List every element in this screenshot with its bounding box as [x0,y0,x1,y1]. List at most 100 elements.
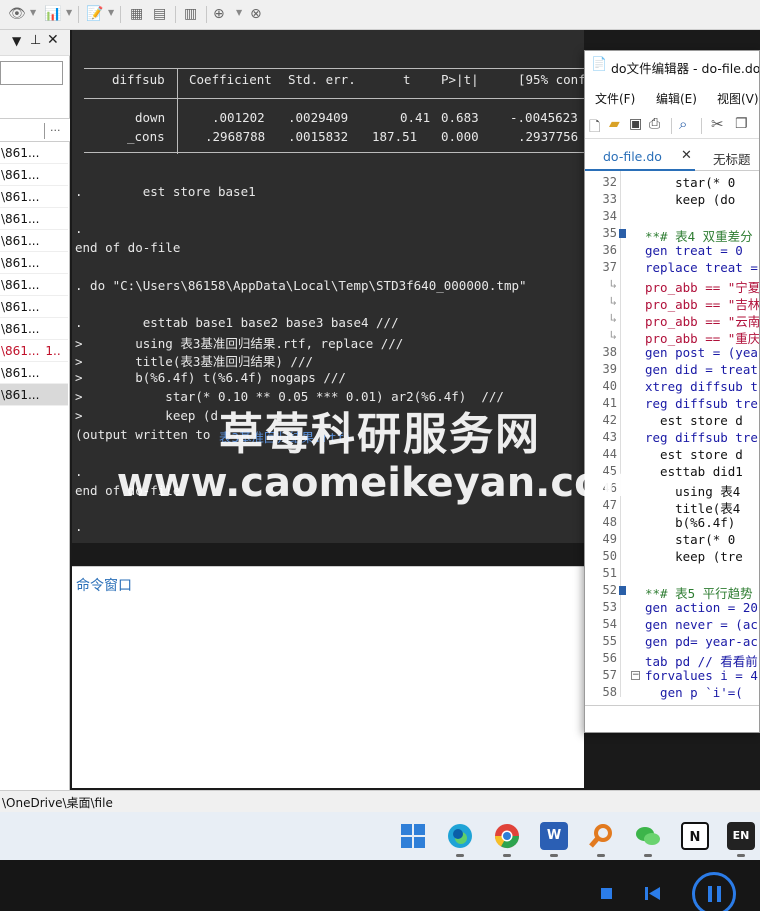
bookmark-icon[interactable] [619,586,626,595]
tab-do-file[interactable]: do-file.do ✕ [585,143,695,171]
graph-icon[interactable]: 📊 [44,5,61,23]
history-row[interactable]: \861... [0,362,68,384]
history-row[interactable]: \861... [0,296,68,318]
history-panel-header: ▼ ⊥ ✕ [0,30,70,56]
history-row-text: \861... [1,278,40,292]
search-magnifier-icon[interactable] [587,822,615,850]
status-bar: \OneDrive\桌面\file [0,790,760,812]
log-line: end of do-file [75,240,181,255]
line-number: 50 [602,549,617,563]
table-row-var: down [135,110,166,125]
table-row-t: 0.41 [400,110,431,125]
code-line: gen treat = 0 [645,243,743,258]
edge-browser-icon[interactable] [446,822,474,850]
editor-title: do文件编辑器 - do-file.do [611,61,760,76]
log-line: . do "C:\Users\86158\AppData\Local\Temp\… [75,278,527,293]
notion-icon[interactable]: N [681,822,709,850]
table-row-t: 187.51 [372,129,418,144]
table-row-var: _cons [127,129,165,144]
line-number: 48 [602,515,617,529]
menu-file[interactable]: 文件(F) [595,90,635,107]
table-row-p: 0.000 [441,129,479,144]
log-line: . est store base1 [75,184,256,199]
history-row-rc: 1.. [45,344,61,358]
table-coef-header: Coefficient [189,72,272,87]
code-line: gen p `i'=( [645,685,743,700]
windows-start-icon[interactable] [399,822,427,850]
close-icon[interactable]: ✕ [681,148,692,163]
more-icon[interactable]: ⊕ [213,5,225,23]
command-window-title: 命令窗口 [76,578,132,594]
code-line: xtreg diffsub t [645,379,758,394]
history-row[interactable]: \861... 1.. [0,340,68,362]
pause-button[interactable] [692,872,736,911]
stop-icon[interactable] [601,888,612,899]
app-running-indicator [456,854,464,857]
word-icon[interactable]: W [540,822,568,850]
toolbar-divider [206,6,207,23]
table-column-rule [177,69,178,154]
chevron-down-icon[interactable]: ▼ [236,8,242,17]
app-running-indicator [737,854,745,857]
code-line: gen pd= year-ac [645,634,758,649]
history-row[interactable]: \861... [0,230,68,252]
new-file-icon[interactable]: 🗋 [589,116,600,140]
table-row-ci: -.0045623 [510,110,578,125]
wechat-icon[interactable] [634,822,662,850]
menu-view[interactable]: 视图(V) [717,90,759,107]
variables-manager-icon[interactable]: ▥ [184,5,197,23]
do-file-editor-window[interactable]: 📄 do文件编辑器 - do-file.do 文件(F) 编辑(E) 视图(V)… [584,50,760,733]
data-editor-icon[interactable]: ▦ [130,5,143,23]
table-top-rule [84,68,584,69]
menu-edit[interactable]: 编辑(E) [656,90,697,107]
copy-icon[interactable]: ❐ [735,116,748,132]
chevron-down-icon[interactable]: ▼ [108,8,114,17]
history-search-input[interactable] [0,61,63,85]
table-header-rule [84,98,584,99]
find-icon[interactable]: ⌕ [679,115,687,133]
table-p-header: P>|t| [441,72,479,87]
history-row[interactable]: \861... [0,142,68,164]
table-se-header: Std. err. [288,72,356,87]
history-row[interactable]: \861... [0,318,68,340]
open-folder-icon[interactable]: ▰ [609,116,620,132]
line-number: 38 [602,345,617,359]
en-input-icon[interactable]: EN [727,822,755,850]
column-divider[interactable] [44,123,45,139]
eye-icon[interactable]: 👁 [8,5,26,23]
editor-titlebar[interactable]: 📄 do文件编辑器 - do-file.do [585,51,760,81]
pin-icon[interactable]: ⊥ [30,33,41,48]
filter-icon[interactable]: ▼ [12,34,21,48]
command-window[interactable]: 命令窗口 [72,566,584,788]
tab-untitled[interactable]: 无标题 [703,143,759,171]
history-row-text: \861... [1,212,40,226]
history-row-text: \861... [1,168,40,182]
log-line: > b(%6.4f) t(%6.4f) nogaps /// [75,370,346,385]
log-line: > using 表3基准回归结果.rtf, replace /// [75,336,404,351]
bookmark-icon[interactable] [619,229,626,238]
fold-toggle-icon[interactable]: − [631,671,640,680]
toolbar-divider [175,6,176,23]
history-row[interactable]: \861... [0,274,68,296]
history-row[interactable]: \861... [0,208,68,230]
history-row[interactable]: \861... [0,186,68,208]
history-row-text: \861... [1,300,40,314]
skip-back-icon[interactable] [645,887,660,900]
data-browser-icon[interactable]: ▤ [153,5,166,23]
chevron-down-icon[interactable]: ▼ [30,8,36,17]
log-line: . esttab base1 base2 base3 base4 /// [75,315,399,330]
save-icon[interactable]: ▣ [629,116,642,132]
close-icon[interactable]: ✕ [47,32,59,48]
toolbar-divider [78,6,79,23]
chevron-down-icon[interactable]: ▼ [66,8,72,17]
history-row[interactable]: \861... [0,164,68,186]
cut-icon[interactable]: ✂ [711,115,724,133]
code-line: gen did = treat [645,362,758,377]
do-editor-icon[interactable]: 📝 [86,5,103,23]
editor-menubar: 文件(F) 编辑(E) 视图(V) [585,87,759,109]
break-icon[interactable]: ⊗ [250,5,262,23]
history-row[interactable]: \861... [0,252,68,274]
column-more[interactable]: ... [50,121,61,134]
print-icon[interactable]: ⎙ [649,116,660,132]
chrome-browser-icon[interactable] [493,822,521,850]
